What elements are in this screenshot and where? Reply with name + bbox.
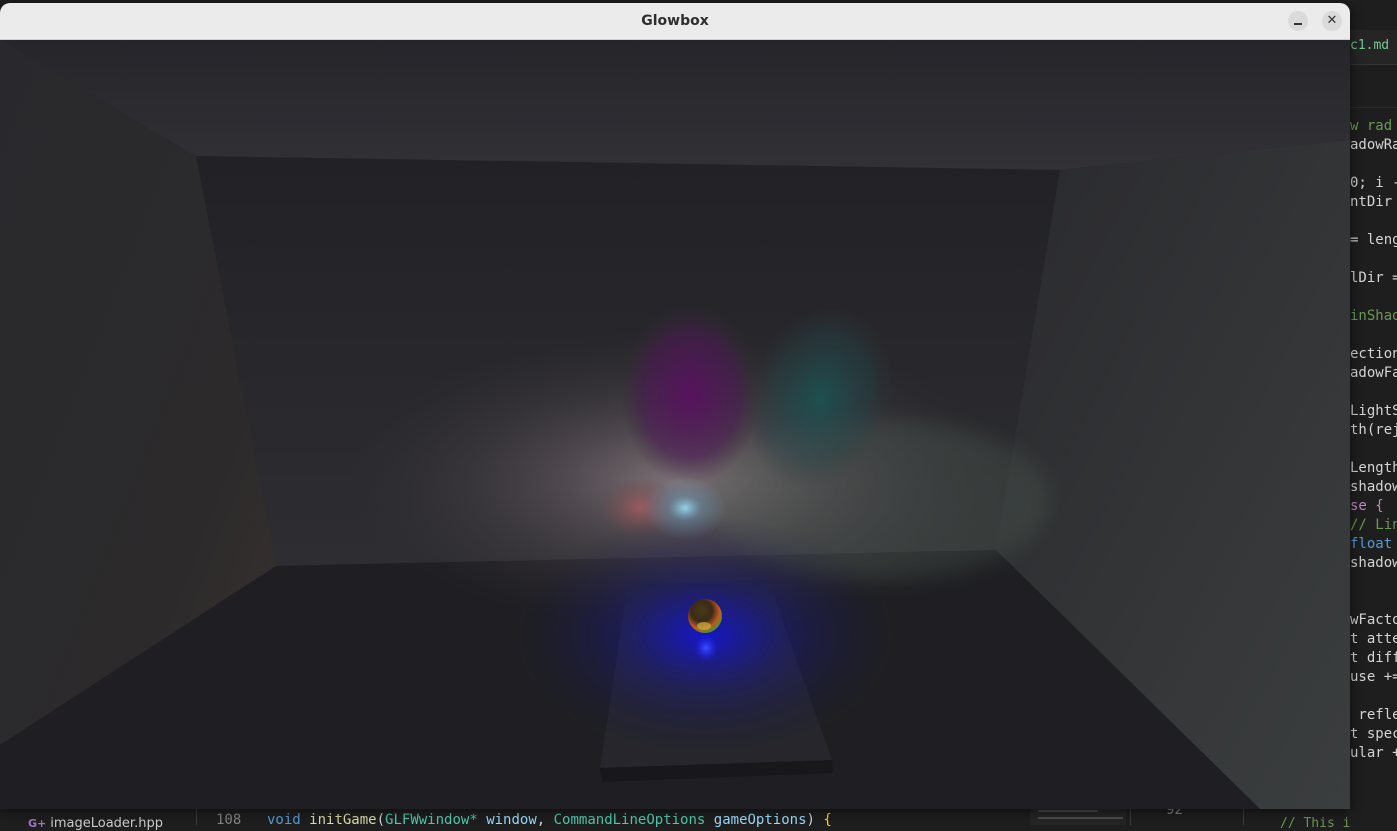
editor-tab-readme[interactable]: c1.md U bbox=[1350, 38, 1397, 53]
code-line[interactable]: ular += bbox=[1350, 744, 1397, 763]
3d-scene bbox=[0, 40, 1350, 809]
code-line[interactable]: inShad bbox=[1350, 307, 1397, 326]
ceiling bbox=[0, 40, 1350, 170]
minimize-button[interactable] bbox=[1288, 11, 1308, 31]
code-line[interactable]: th(rej bbox=[1350, 421, 1397, 440]
code-line[interactable]: float bbox=[1350, 535, 1392, 554]
code-line-init-game[interactable]: void initGame(GLFWwindow* window, Comman… bbox=[267, 812, 832, 828]
blue-reflection bbox=[694, 635, 718, 661]
code-line[interactable]: = leng bbox=[1350, 231, 1397, 250]
code-line[interactable]: t spec bbox=[1350, 725, 1397, 744]
code-line[interactable]: ection bbox=[1350, 345, 1397, 364]
code-line[interactable]: refle bbox=[1350, 706, 1397, 725]
line-number: 108 bbox=[216, 812, 242, 828]
code-paren: ( bbox=[376, 812, 386, 828]
code-line[interactable]: shadow bbox=[1350, 478, 1397, 497]
magenta-shadow bbox=[620, 305, 760, 485]
close-button[interactable]: ✕ bbox=[1322, 11, 1342, 31]
code-param-type: CommandLineOptions bbox=[553, 812, 706, 828]
code-line[interactable]: ntDir = bbox=[1350, 193, 1397, 212]
code-line[interactable]: se { bbox=[1350, 497, 1384, 516]
code-paren: ) bbox=[806, 812, 824, 828]
code-line[interactable]: wFacto bbox=[1350, 611, 1397, 630]
minimap-line bbox=[1038, 810, 1098, 812]
code-line[interactable]: adowRad bbox=[1350, 136, 1397, 155]
editor-breadcrumb-bar bbox=[1350, 65, 1397, 108]
blue-floor-light bbox=[515, 515, 895, 755]
code-line[interactable]: shadow bbox=[1350, 554, 1397, 573]
code-line[interactable]: lDir = bbox=[1350, 269, 1397, 288]
code-line[interactable]: // Lin bbox=[1350, 516, 1397, 535]
code-line[interactable]: t diff bbox=[1350, 649, 1397, 668]
code-line[interactable]: use += bbox=[1350, 668, 1397, 687]
close-icon: ✕ bbox=[1326, 13, 1338, 28]
code-comment: // This i bbox=[1280, 816, 1351, 831]
code-line[interactable]: t atte bbox=[1350, 630, 1397, 649]
code-comma: , bbox=[536, 812, 554, 828]
code-brace: { bbox=[823, 812, 832, 828]
explorer-file-label: imageLoader.hpp bbox=[50, 816, 163, 831]
code-line[interactable]: LightS bbox=[1350, 402, 1397, 421]
code-param-name: gameOptions bbox=[713, 812, 807, 828]
minimap-line bbox=[1038, 817, 1123, 819]
window-title: Glowbox bbox=[641, 13, 709, 29]
code-line[interactable]: adowFa bbox=[1350, 364, 1397, 383]
code-keyword: void bbox=[267, 812, 301, 828]
game-viewport[interactable] bbox=[0, 40, 1350, 809]
explorer-file-item[interactable]: G+ imageLoader.hpp bbox=[28, 816, 163, 831]
code-line[interactable]: 0; i - bbox=[1350, 174, 1397, 193]
cpp-file-icon: G+ bbox=[28, 817, 47, 830]
code-param-name: window bbox=[486, 812, 537, 828]
code-line[interactable]: Length bbox=[1350, 459, 1397, 478]
code-param-type: GLFWwindow* bbox=[385, 812, 478, 828]
code-line[interactable]: w rad bbox=[1350, 117, 1392, 136]
sphere-highlight bbox=[697, 622, 711, 630]
window-titlebar[interactable]: Glowbox ✕ bbox=[0, 3, 1350, 40]
code-function-name: initGame bbox=[309, 812, 377, 828]
minimize-icon bbox=[1294, 23, 1302, 25]
glowbox-window[interactable]: Glowbox ✕ bbox=[0, 3, 1350, 809]
